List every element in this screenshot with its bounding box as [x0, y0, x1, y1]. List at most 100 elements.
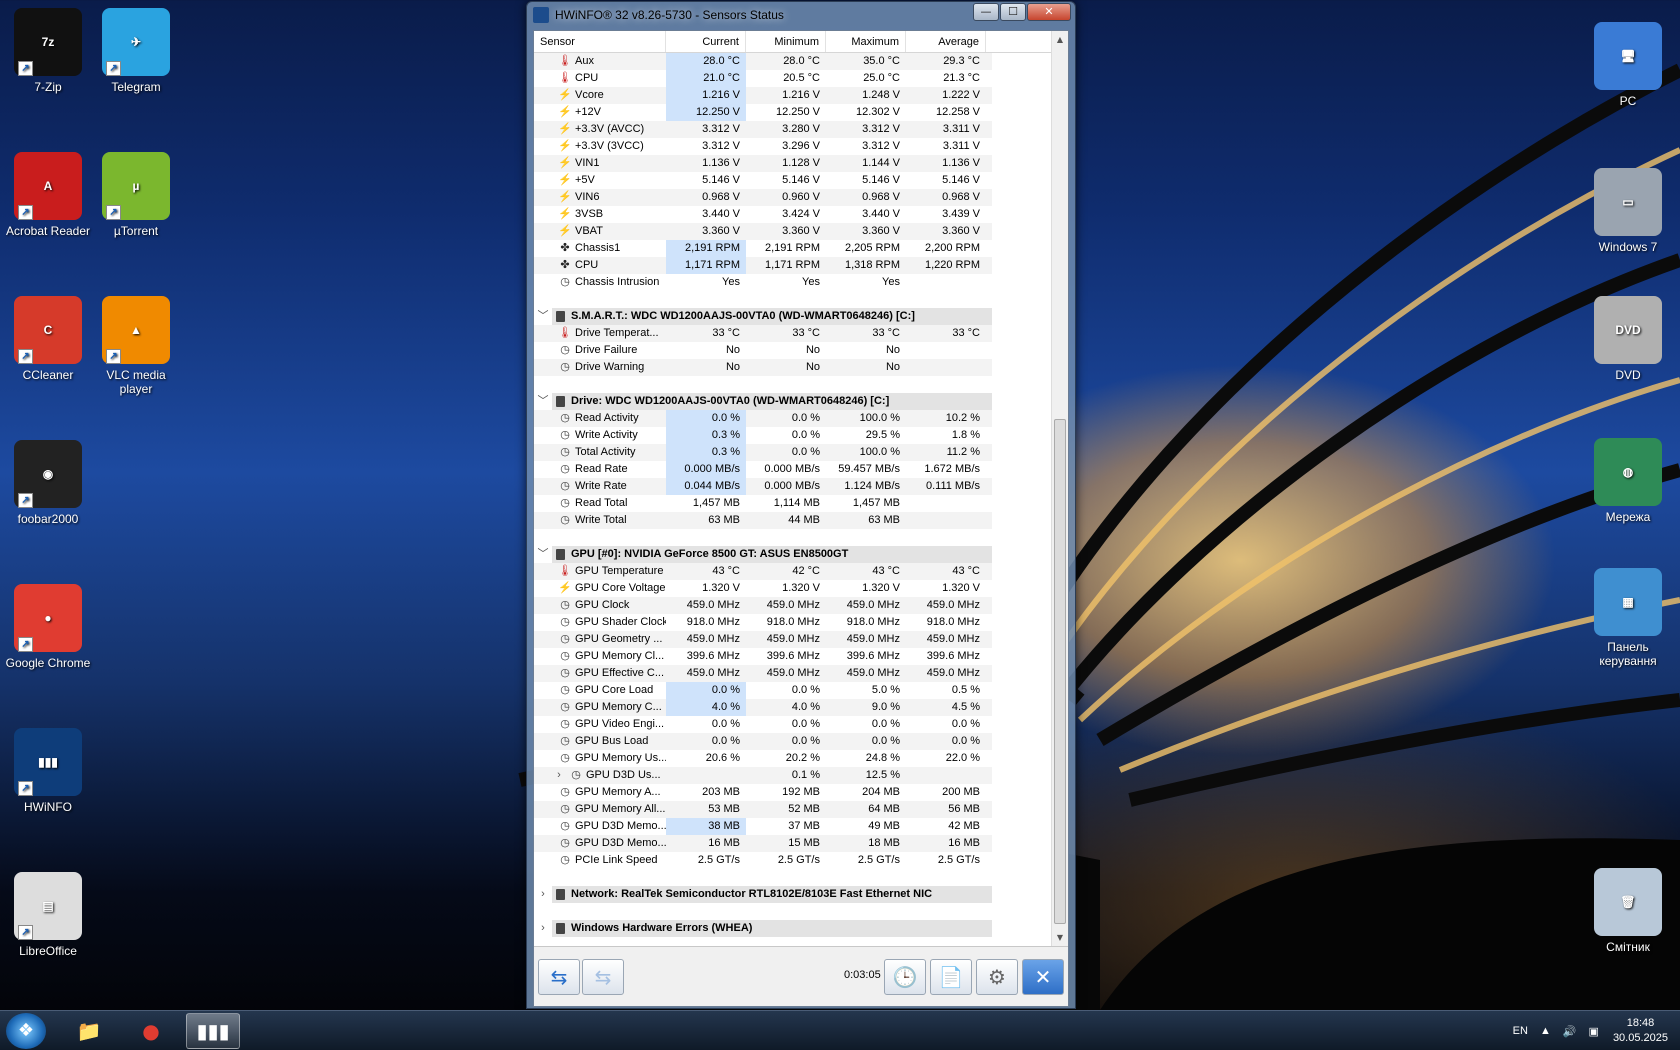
- sensor-row[interactable]: 🌡 Drive Temperat... 33 °C 33 °C 33 °C 33 °C: [534, 325, 1052, 342]
- desktop-icon-acrobat-reader[interactable]: A ↗ Acrobat Reader: [4, 152, 92, 238]
- row-filler: [992, 274, 1052, 291]
- desktop-icon-libreoffice[interactable]: ▤ ↗ LibreOffice: [4, 872, 92, 958]
- sensor-row[interactable]: ⚡ GPU Core Voltage 1.320 V 1.320 V 1.320 V 1.…: [534, 580, 1052, 597]
- minimize-button[interactable]: —: [973, 3, 999, 21]
- language-indicator[interactable]: EN: [1513, 1025, 1528, 1037]
- close-window-button[interactable]: ✕: [1027, 3, 1071, 21]
- volume-icon[interactable]: 🔊: [1563, 1025, 1577, 1038]
- taskbar-explorer-button[interactable]: 📁: [62, 1013, 116, 1049]
- sensor-group-header[interactable]: ﹀ S.M.A.R.T.: WDC WD1200AAJS-00VTA0 (WD-W…: [534, 308, 1052, 325]
- column-header-maximum[interactable]: Maximum: [826, 31, 906, 52]
- desktop-icon-vlc-media-player[interactable]: ▲ ↗ VLC media player: [92, 296, 180, 396]
- sensors-table[interactable]: Sensor Current Minimum Maximum Average 🌡…: [534, 31, 1052, 946]
- settings-gear-button[interactable]: ⚙: [976, 959, 1018, 995]
- tray-expand-icon[interactable]: ▲: [1540, 1025, 1551, 1037]
- sensor-group-header[interactable]: › Network: RealTek Semiconductor RTL8102E…: [534, 886, 1052, 903]
- expand-chevron-icon[interactable]: ﹀: [534, 308, 552, 325]
- desktop-icon-dvd[interactable]: DVD DVD: [1584, 296, 1672, 382]
- sensor-row[interactable]: ◷ Read Activity 0.0 % 0.0 % 100.0 % 10.2 %: [534, 410, 1052, 427]
- sensor-row[interactable]: ◷ GPU Video Engi... 0.0 % 0.0 % 0.0 % 0.0 %: [534, 716, 1052, 733]
- desktop-icon-7-zip[interactable]: 7z ↗ 7-Zip: [4, 8, 92, 94]
- scroll-down-arrow-icon[interactable]: ▼: [1052, 929, 1068, 946]
- desktop-icon-hwinfo[interactable]: ▮▮▮ ↗ HWiNFO: [4, 728, 92, 814]
- sensor-row[interactable]: ◷ Drive Warning No No No: [534, 359, 1052, 376]
- sensor-row[interactable]: ✤ Chassis1 2,191 RPM 2,191 RPM 2,205 RPM 2,20…: [534, 240, 1052, 257]
- sensor-row[interactable]: ◷ GPU Memory A... 203 MB 192 MB 204 MB 200 MB: [534, 784, 1052, 801]
- desktop-icon-google-chrome[interactable]: ● ↗ Google Chrome: [4, 584, 92, 670]
- sensor-name-cell: › ◷ GPU D3D Us...: [534, 767, 666, 784]
- desktop-icon-telegram[interactable]: ✈ ↗ Telegram: [92, 8, 180, 94]
- sensor-row[interactable]: ⚡ 3VSB 3.440 V 3.424 V 3.440 V 3.439 V: [534, 206, 1052, 223]
- sensor-row[interactable]: ◷ Read Rate 0.000 MB/s 0.000 MB/s 59.457 MB/…: [534, 461, 1052, 478]
- desktop-icon-ccleaner[interactable]: C ↗ CCleaner: [4, 296, 92, 382]
- sensor-row[interactable]: ◷ GPU D3D Memo... 16 MB 15 MB 18 MB 16 MB: [534, 835, 1052, 852]
- sensor-row[interactable]: ⚡ VIN6 0.968 V 0.960 V 0.968 V 0.968 V: [534, 189, 1052, 206]
- desktop-icon-мережа[interactable]: ◍ Мережа: [1584, 438, 1672, 524]
- sensor-row[interactable]: ⚡ +5V 5.146 V 5.146 V 5.146 V 5.146 V: [534, 172, 1052, 189]
- column-header-minimum[interactable]: Minimum: [746, 31, 826, 52]
- sensor-row[interactable]: ◷ GPU Memory Cl... 399.6 MHz 399.6 MHz 399.6…: [534, 648, 1052, 665]
- sensor-row[interactable]: ◷ Write Total 63 MB 44 MB 63 MB: [534, 512, 1052, 529]
- sensor-row[interactable]: › ◷ GPU D3D Us... 0.1 % 12.5 %: [534, 767, 1052, 784]
- taskbar-hwinfo-button[interactable]: ▮▮▮: [186, 1013, 240, 1049]
- sensor-row[interactable]: ◷ GPU D3D Memo... 38 MB 37 MB 49 MB 42 MB: [534, 818, 1052, 835]
- column-header-sensor[interactable]: Sensor: [534, 31, 666, 52]
- sensor-row[interactable]: ◷ GPU Effective C... 459.0 MHz 459.0 MHz 459…: [534, 665, 1052, 682]
- sensor-row[interactable]: ◷ Drive Failure No No No: [534, 342, 1052, 359]
- sensor-row[interactable]: ◷ PCIe Link Speed 2.5 GT/s 2.5 GT/s 2.5 GT/s…: [534, 852, 1052, 869]
- sensor-group-header[interactable]: ﹀ GPU [#0]: NVIDIA GeForce 8500 GT: ASUS …: [534, 546, 1052, 563]
- nav-collapse-button[interactable]: ⇆: [582, 959, 624, 995]
- sensor-row[interactable]: ◷ Total Activity 0.3 % 0.0 % 100.0 % 11.2 %: [534, 444, 1052, 461]
- sensor-row[interactable]: ◷ GPU Core Load 0.0 % 0.0 % 5.0 % 0.5 %: [534, 682, 1052, 699]
- sensor-row[interactable]: ◷ GPU Geometry ... 459.0 MHz 459.0 MHz 459.0…: [534, 631, 1052, 648]
- sensor-row[interactable]: ◷ GPU Memory All... 53 MB 52 MB 64 MB 56 MB: [534, 801, 1052, 818]
- expand-chevron-icon[interactable]: ﹀: [534, 393, 552, 410]
- expand-chevron-icon[interactable]: ﹀: [534, 546, 552, 563]
- hwinfo-sensors-window[interactable]: HWiNFO® 32 v8.26-5730 - Sensors Status —…: [526, 1, 1076, 1009]
- sensor-row[interactable]: ◷ Read Total 1,457 MB 1,114 MB 1,457 MB: [534, 495, 1052, 512]
- desktop-icon-foobar2000[interactable]: ◉ ↗ foobar2000: [4, 440, 92, 526]
- desktop-icon-панель-керування[interactable]: ▦ Панель керування: [1584, 568, 1672, 668]
- sensor-row[interactable]: ⚡ Vcore 1.216 V 1.216 V 1.248 V 1.222 V: [534, 87, 1052, 104]
- sensor-row[interactable]: ⚡ +3.3V (AVCC) 3.312 V 3.280 V 3.312 V 3.311 …: [534, 121, 1052, 138]
- sensor-row[interactable]: ◷ Write Activity 0.3 % 0.0 % 29.5 % 1.8 %: [534, 427, 1052, 444]
- sensor-group-header[interactable]: › Windows Hardware Errors (WHEA): [534, 920, 1052, 937]
- action-center-icon[interactable]: ▣: [1589, 1025, 1599, 1038]
- desktop-icon-pc[interactable]: 🖥 PC: [1584, 22, 1672, 108]
- tray-clock[interactable]: 18:48 30.05.2025: [1613, 1016, 1668, 1046]
- taskbar-chrome-button[interactable]: ●: [124, 1013, 178, 1049]
- sensor-row[interactable]: ✤ CPU 1,171 RPM 1,171 RPM 1,318 RPM 1,220 RPM: [534, 257, 1052, 274]
- desktop-icon-смітник[interactable]: 🗑 Смітник: [1584, 868, 1672, 954]
- sensor-row[interactable]: 🌡 CPU 21.0 °C 20.5 °C 25.0 °C 21.3 °C: [534, 70, 1052, 87]
- logging-report-button[interactable]: 📄: [930, 959, 972, 995]
- expand-chevron-icon[interactable]: ›: [534, 886, 552, 903]
- sensor-row[interactable]: ⚡ +12V 12.250 V 12.250 V 12.302 V 12.258 V: [534, 104, 1052, 121]
- column-header-current[interactable]: Current: [666, 31, 746, 52]
- sensor-row[interactable]: ⚡ +3.3V (3VCC) 3.312 V 3.296 V 3.312 V 3.311 …: [534, 138, 1052, 155]
- sensor-group-header[interactable]: ﹀ Drive: WDC WD1200AAJS-00VTA0 (WD-WMART0…: [534, 393, 1052, 410]
- sensor-row[interactable]: ◷ Chassis Intrusion Yes Yes Yes: [534, 274, 1052, 291]
- sensor-row[interactable]: ⚡ VBAT 3.360 V 3.360 V 3.360 V 3.360 V: [534, 223, 1052, 240]
- expand-chevron-icon[interactable]: ›: [534, 920, 552, 937]
- maximize-button[interactable]: ☐: [1000, 3, 1026, 21]
- sensor-row[interactable]: ⚡ VIN1 1.136 V 1.128 V 1.144 V 1.136 V: [534, 155, 1052, 172]
- sensor-row[interactable]: 🌡 Aux 28.0 °C 28.0 °C 35.0 °C 29.3 °C: [534, 53, 1052, 70]
- sensor-row[interactable]: ◷ GPU Bus Load 0.0 % 0.0 % 0.0 % 0.0 %: [534, 733, 1052, 750]
- close-sensors-button[interactable]: ✕: [1022, 959, 1064, 995]
- desktop-icon-windows-7[interactable]: ▭ Windows 7: [1584, 168, 1672, 254]
- sensor-row[interactable]: ◷ Write Rate 0.044 MB/s 0.000 MB/s 1.124 MB/…: [534, 478, 1052, 495]
- sensor-row[interactable]: ◷ GPU Memory C... 4.0 % 4.0 % 9.0 % 4.5 %: [534, 699, 1052, 716]
- sensor-row[interactable]: ◷ GPU Clock 459.0 MHz 459.0 MHz 459.0 MHz 459…: [534, 597, 1052, 614]
- vertical-scrollbar[interactable]: ▲ ▼: [1051, 31, 1068, 946]
- scroll-up-arrow-icon[interactable]: ▲: [1052, 31, 1068, 48]
- sensor-row[interactable]: 🌡 GPU Temperature 43 °C 42 °C 43 °C 43 °C: [534, 563, 1052, 580]
- sensor-row[interactable]: ◷ GPU Memory Us... 20.6 % 20.2 % 24.8 % 22.0 …: [534, 750, 1052, 767]
- start-button[interactable]: ❖: [6, 1013, 46, 1049]
- expand-chevron-icon[interactable]: ›: [552, 767, 566, 784]
- desktop-icon-torrent[interactable]: µ ↗ µTorrent: [92, 152, 180, 238]
- column-header-average[interactable]: Average: [906, 31, 986, 52]
- sensor-row[interactable]: ◷ GPU Shader Clock 918.0 MHz 918.0 MHz 918.0…: [534, 614, 1052, 631]
- scroll-thumb[interactable]: [1054, 419, 1066, 924]
- nav-left-right-button[interactable]: ⇆: [538, 959, 580, 995]
- clock-reset-button[interactable]: 🕒: [884, 959, 926, 995]
